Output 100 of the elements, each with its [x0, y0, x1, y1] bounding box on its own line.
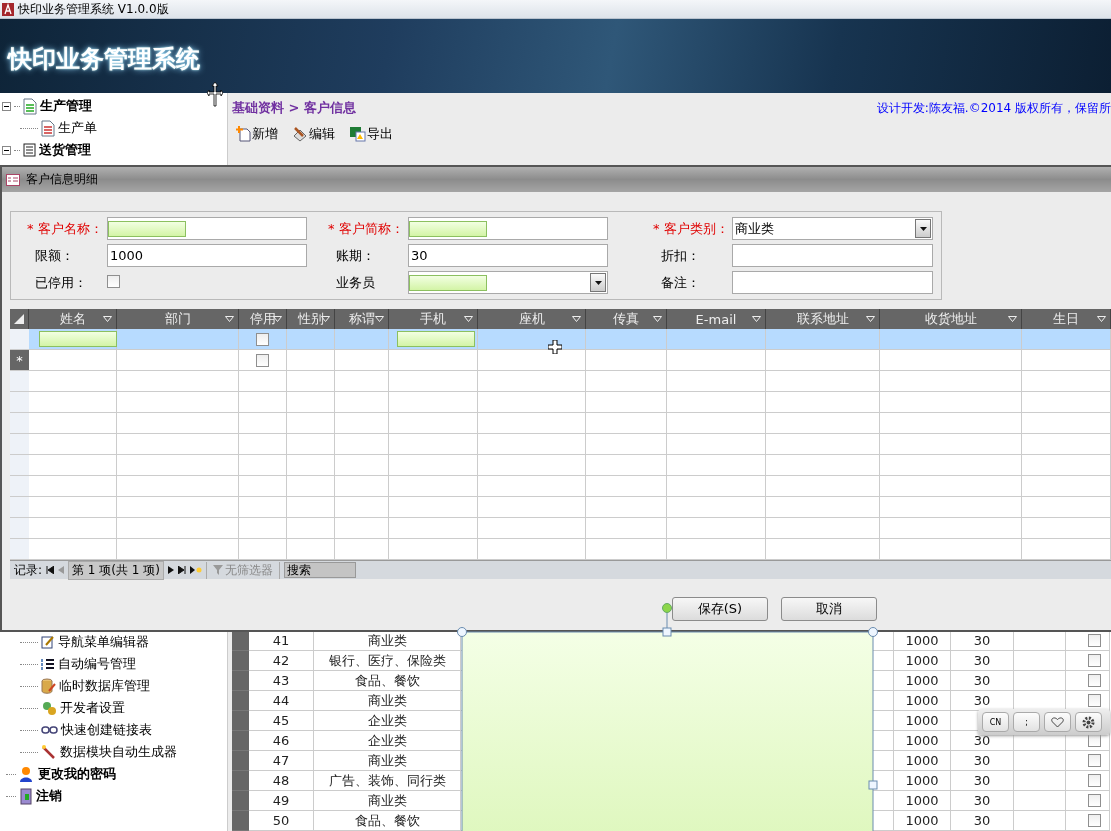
filter-arrow-icon[interactable] — [103, 316, 112, 322]
grid-cell[interactable] — [239, 350, 287, 371]
grid-cell[interactable] — [29, 350, 117, 371]
grid-cell[interactable] — [667, 497, 766, 518]
grid-cell[interactable] — [667, 392, 766, 413]
toolbar-button[interactable]: 新增 — [236, 125, 278, 143]
collapse-toggle-icon[interactable] — [2, 101, 11, 111]
grid-cell[interactable] — [880, 392, 1022, 413]
tree-item[interactable]: 更改我的密码 — [38, 765, 116, 783]
checkbox[interactable] — [256, 332, 269, 346]
checkbox[interactable] — [256, 353, 269, 367]
grid-cell[interactable] — [29, 476, 117, 497]
checkbox[interactable] — [1088, 694, 1101, 707]
grid-cell[interactable] — [667, 329, 766, 350]
row-selector[interactable] — [10, 518, 29, 539]
record-position[interactable]: 第 1 项(共 1 项) — [68, 560, 164, 580]
ime-button[interactable]: CN — [982, 712, 1009, 732]
grid-cell[interactable] — [667, 455, 766, 476]
new-record-icon[interactable] — [189, 565, 202, 575]
grid-cell[interactable] — [478, 434, 586, 455]
grid-cell[interactable] — [335, 434, 389, 455]
grid-cell[interactable] — [335, 476, 389, 497]
column-header[interactable]: 收货地址 — [880, 309, 1022, 329]
column-header[interactable]: 停用 — [239, 309, 287, 329]
filter-arrow-icon[interactable] — [866, 316, 875, 322]
grid-cell[interactable] — [335, 371, 389, 392]
grid-cell[interactable] — [335, 518, 389, 539]
cancel-button[interactable]: 取消 — [781, 597, 877, 621]
row-selector[interactable] — [232, 791, 249, 811]
input-field[interactable] — [408, 217, 608, 240]
grid-cell[interactable] — [287, 413, 335, 434]
grid-cell[interactable] — [667, 413, 766, 434]
grid-cell[interactable] — [586, 434, 667, 455]
grid-cell[interactable] — [1022, 455, 1111, 476]
row-selector[interactable] — [232, 711, 249, 731]
grid-cell[interactable] — [478, 371, 586, 392]
grid-cell[interactable] — [766, 476, 880, 497]
grid-cell[interactable] — [239, 392, 287, 413]
grid-cell[interactable] — [478, 392, 586, 413]
grid-cell[interactable] — [880, 497, 1022, 518]
grid-header-corner[interactable] — [10, 309, 29, 329]
grid-cell[interactable] — [117, 497, 239, 518]
next-record-icon[interactable] — [167, 566, 174, 574]
grid-cell[interactable] — [389, 434, 478, 455]
grid-cell[interactable] — [766, 350, 880, 371]
column-header[interactable]: E-mail — [667, 309, 766, 329]
grid-cell[interactable] — [880, 476, 1022, 497]
collapse-toggle-icon[interactable] — [2, 145, 11, 155]
grid-cell[interactable] — [478, 539, 586, 560]
settings-button[interactable] — [1075, 712, 1102, 732]
grid-cell[interactable] — [478, 455, 586, 476]
filter-arrow-icon[interactable] — [375, 316, 384, 322]
grid-cell[interactable] — [239, 539, 287, 560]
grid-cell[interactable] — [117, 518, 239, 539]
grid-cell[interactable] — [880, 350, 1022, 371]
tree-item[interactable]: 开发者设置 — [60, 699, 125, 717]
row-selector[interactable] — [10, 539, 29, 560]
grid-cell[interactable] — [389, 329, 478, 350]
grid-cell[interactable] — [1022, 329, 1111, 350]
row-selector[interactable] — [10, 434, 29, 455]
tree-item[interactable]: 数据模块自动生成器 — [60, 743, 177, 761]
grid-cell[interactable] — [239, 329, 287, 350]
tree-item[interactable]: 临时数据库管理 — [59, 677, 150, 695]
toolbar-button[interactable]: 导出 — [349, 125, 393, 143]
tree-item[interactable]: 快速创建链接表 — [61, 721, 152, 739]
grid-cell[interactable] — [389, 350, 478, 371]
grid-cell[interactable] — [586, 413, 667, 434]
grid-cell[interactable] — [29, 539, 117, 560]
grid-cell[interactable] — [880, 329, 1022, 350]
row-selector[interactable] — [232, 671, 249, 691]
grid-cell[interactable] — [29, 392, 117, 413]
grid-cell[interactable] — [667, 371, 766, 392]
grid-cell[interactable] — [117, 476, 239, 497]
filter-arrow-icon[interactable] — [225, 316, 234, 322]
column-header[interactable]: 姓名 — [29, 309, 117, 329]
grid-cell[interactable] — [1022, 371, 1111, 392]
grid-cell[interactable] — [335, 392, 389, 413]
grid-cell[interactable] — [880, 371, 1022, 392]
row-selector[interactable] — [10, 455, 29, 476]
checkbox[interactable] — [1088, 754, 1101, 767]
checkbox[interactable] — [1088, 774, 1101, 787]
grid-cell[interactable] — [478, 518, 586, 539]
grid-cell[interactable] — [335, 329, 389, 350]
grid-cell[interactable] — [586, 539, 667, 560]
grid-cell[interactable] — [478, 413, 586, 434]
checkbox[interactable] — [1088, 634, 1101, 647]
row-selector[interactable] — [232, 771, 249, 791]
grid-cell[interactable] — [287, 539, 335, 560]
grid-cell[interactable] — [117, 392, 239, 413]
search-field[interactable]: 搜索 — [283, 562, 356, 578]
grid-cell[interactable] — [667, 434, 766, 455]
filter-arrow-icon[interactable] — [321, 316, 330, 322]
grid-cell[interactable] — [389, 413, 478, 434]
grid-cell[interactable] — [335, 539, 389, 560]
grid-cell[interactable] — [478, 497, 586, 518]
grid-cell[interactable] — [29, 413, 117, 434]
grid-cell[interactable] — [29, 434, 117, 455]
grid-cell[interactable] — [239, 476, 287, 497]
column-header[interactable]: 手机 — [389, 309, 478, 329]
grid-cell[interactable] — [880, 539, 1022, 560]
